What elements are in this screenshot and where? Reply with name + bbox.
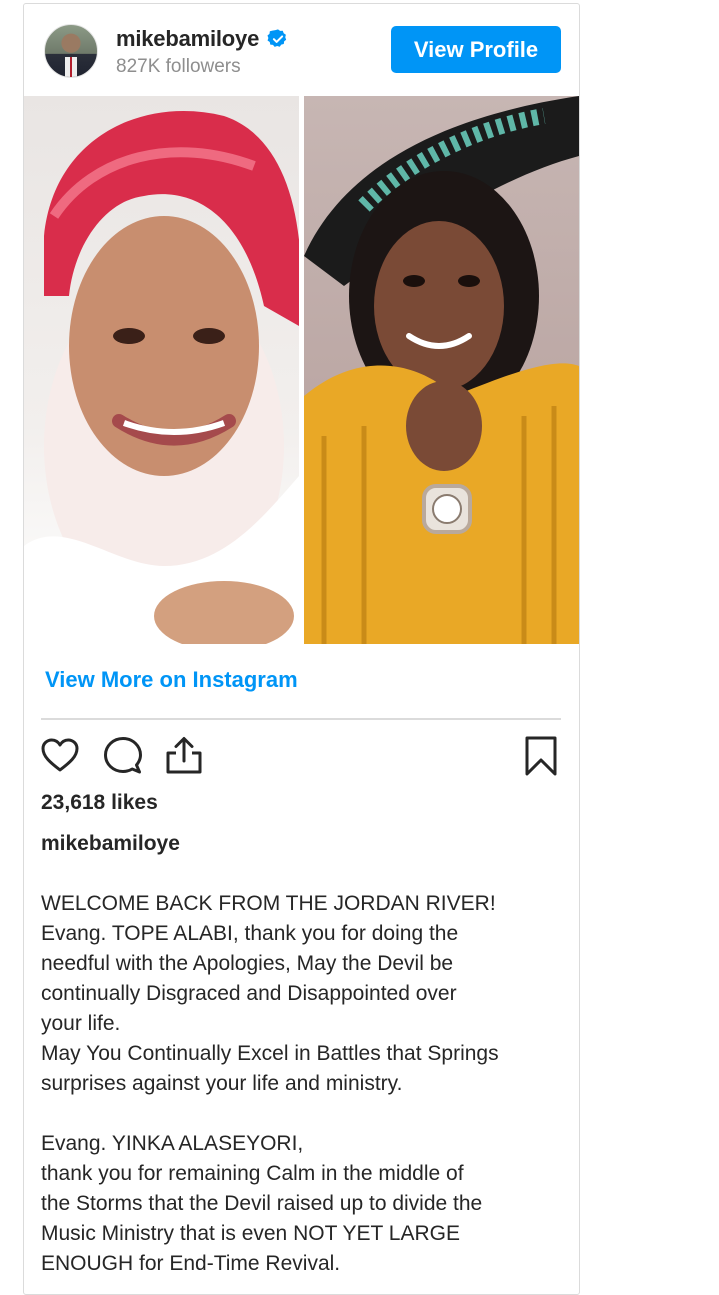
comment-icon[interactable] xyxy=(102,734,144,776)
caption-line: your life. xyxy=(41,1012,121,1035)
divider xyxy=(41,718,561,720)
caption-line: continually Disgraced and Disappointed o… xyxy=(41,982,457,1005)
action-bar xyxy=(24,734,579,778)
post-header: mikebamiloye 827K followers View Profile xyxy=(24,4,579,96)
username[interactable]: mikebamiloye xyxy=(116,26,259,52)
view-profile-button[interactable]: View Profile xyxy=(391,26,561,73)
caption-line: WELCOME BACK FROM THE JORDAN RIVER! xyxy=(41,892,496,915)
caption-line: Evang. TOPE ALABI, thank you for doing t… xyxy=(41,922,459,945)
caption-line: the Storms that the Devil raised up to d… xyxy=(41,1192,483,1215)
caption-line: Evang. YINKA ALASEYORI, xyxy=(41,1132,304,1155)
post-photo-right xyxy=(304,96,579,644)
like-count[interactable]: 23,618 likes xyxy=(41,791,158,815)
bookmark-icon[interactable] xyxy=(520,734,562,776)
heart-icon[interactable] xyxy=(39,734,81,776)
avatar[interactable] xyxy=(44,24,98,78)
instagram-embed-card: mikebamiloye 827K followers View Profile xyxy=(23,3,580,1295)
post-image[interactable] xyxy=(24,96,579,644)
follower-count: 827K followers xyxy=(116,56,241,77)
caption-line: Music Ministry that is even NOT YET LARG… xyxy=(41,1222,460,1245)
caption-text: WELCOME BACK FROM THE JORDAN RIVER! Evang… xyxy=(41,889,566,1279)
caption-line: surprises against your life and ministry… xyxy=(41,1072,403,1095)
caption-line: thank you for remaining Calm in the midd… xyxy=(41,1162,464,1185)
view-more-on-instagram-link[interactable]: View More on Instagram xyxy=(45,667,298,693)
share-icon[interactable] xyxy=(163,734,205,776)
username-row: mikebamiloye xyxy=(116,26,289,52)
caption-line: needful with the Apologies, May the Devi… xyxy=(41,952,454,975)
verified-badge-icon xyxy=(267,29,287,47)
caption-line: May You Continually Excel in Battles tha… xyxy=(41,1042,499,1065)
caption-username[interactable]: mikebamiloye xyxy=(41,832,180,856)
caption-line: ENOUGH for End-Time Revival. xyxy=(41,1252,341,1275)
post-photo-left xyxy=(24,96,299,644)
